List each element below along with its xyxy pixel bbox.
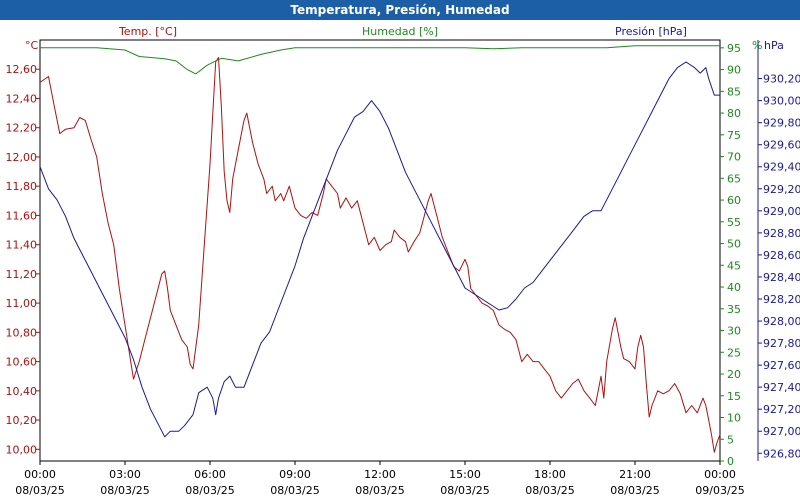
- axes: [36, 39, 762, 465]
- humidity-tick-label: 95: [727, 42, 741, 55]
- humidity-tick-label: 60: [727, 194, 741, 207]
- humidity-tick-label: 70: [727, 151, 741, 164]
- legend-temp: Temp. [°C]: [118, 25, 177, 38]
- humidity-tick-label: 30: [727, 325, 741, 338]
- pressure-tick-label: 928,20: [763, 293, 800, 306]
- x-tick-date-label: 08/03/25: [355, 484, 404, 497]
- temp-tick-label: 10,00: [6, 443, 38, 456]
- x-tick-time-label: 00:00: [24, 468, 56, 481]
- x-tick-time-label: 06:00: [194, 468, 226, 481]
- x-tick-date-label: 09/03/25: [695, 484, 744, 497]
- temp-tick-label: 11,60: [6, 209, 38, 222]
- temp-tick-label: 10,80: [6, 326, 38, 339]
- humidity-tick-label: 25: [727, 346, 741, 359]
- humidity-tick-label: 50: [727, 238, 741, 251]
- x-tick-time-label: 09:00: [279, 468, 311, 481]
- x-tick-time-label: 00:00: [704, 468, 736, 481]
- pressure-tick-label: 927,60: [763, 359, 800, 372]
- x-tick-date-label: 08/03/25: [15, 484, 64, 497]
- pressure-tick-label: 930,20: [763, 73, 800, 86]
- temp-tick-label: 10,60: [6, 356, 38, 369]
- x-tick-date-label: 08/03/25: [100, 484, 149, 497]
- humidity-tick-label: 75: [727, 129, 741, 142]
- pressure-tick-label: 928,80: [763, 227, 800, 240]
- x-tick-date-label: 08/03/25: [525, 484, 574, 497]
- pressure-tick-label: 927,20: [763, 403, 800, 416]
- humidity-tick-label: 5: [727, 433, 734, 446]
- humidity-tick-label: 55: [727, 216, 741, 229]
- pressure-tick-label: 929,20: [763, 183, 800, 196]
- humidity-tick-label: 10: [727, 412, 741, 425]
- temp-tick-label: 11,80: [6, 180, 38, 193]
- humidity-tick-label: 15: [727, 390, 741, 403]
- humidity-tick-label: 0: [727, 455, 734, 468]
- pressure-tick-label: 928,40: [763, 271, 800, 284]
- legend-humidity: Humedad [%]: [362, 25, 438, 38]
- chart: 10,00 10,20 10,40 10,60 10,80 11,00 11,20 11,40…: [6, 25, 800, 497]
- temp-tick-label: 12,20: [6, 122, 38, 135]
- humidity-tick-label: 65: [727, 172, 741, 185]
- temp-tick-label: 11,00: [6, 297, 38, 310]
- x-tick-date-label: 08/03/25: [440, 484, 489, 497]
- x-tick-time-label: 03:00: [109, 468, 141, 481]
- temp-tick-label: 12,40: [6, 92, 38, 105]
- x-tick-time-label: 21:00: [619, 468, 651, 481]
- temp-tick-label: 11,20: [6, 268, 38, 281]
- window-title: Temperatura, Presión, Humedad: [0, 0, 800, 20]
- pressure-tick-label: 928,60: [763, 249, 800, 262]
- legend-pressure: Presión [hPa]: [615, 25, 687, 38]
- humidity-tick-label: 40: [727, 281, 741, 294]
- pressure-tick-label: 927,40: [763, 381, 800, 394]
- pressure-tick-label: 930,00: [763, 95, 800, 108]
- x-tick-time-label: 15:00: [449, 468, 481, 481]
- humidity-tick-label: 85: [727, 85, 741, 98]
- humidity-tick-label: 20: [727, 368, 741, 381]
- pressure-unit-label: hPa: [764, 39, 784, 52]
- pressure-tick-label: 927,00: [763, 425, 800, 438]
- temp-unit-label: °C: [25, 39, 39, 52]
- humidity-tick-label: 90: [727, 64, 741, 77]
- x-tick-date-label: 08/03/25: [270, 484, 319, 497]
- pressure-tick-label: 926,80: [763, 447, 800, 460]
- pressure-tick-label: 929,00: [763, 205, 800, 218]
- temp-tick-label: 12,60: [6, 63, 38, 76]
- pressure-tick-label: 929,80: [763, 117, 800, 130]
- temp-tick-label: 12,00: [6, 151, 38, 164]
- temp-tick-label: 10,20: [6, 414, 38, 427]
- pressure-tick-label: 927,80: [763, 337, 800, 350]
- humidity-tick-label: 35: [727, 303, 741, 316]
- humidity-unit-label: %: [752, 39, 762, 52]
- x-tick-time-label: 18:00: [534, 468, 566, 481]
- pressure-tick-label: 929,60: [763, 139, 800, 152]
- x-tick-date-label: 08/03/25: [610, 484, 659, 497]
- temp-tick-label: 10,40: [6, 385, 38, 398]
- pressure-tick-label: 929,40: [763, 161, 800, 174]
- x-tick-time-label: 12:00: [364, 468, 396, 481]
- pressure-tick-label: 928,00: [763, 315, 800, 328]
- humidity-tick-label: 80: [727, 107, 741, 120]
- humidity-tick-label: 45: [727, 259, 741, 272]
- temp-tick-label: 11,40: [6, 239, 38, 252]
- x-tick-date-label: 08/03/25: [185, 484, 234, 497]
